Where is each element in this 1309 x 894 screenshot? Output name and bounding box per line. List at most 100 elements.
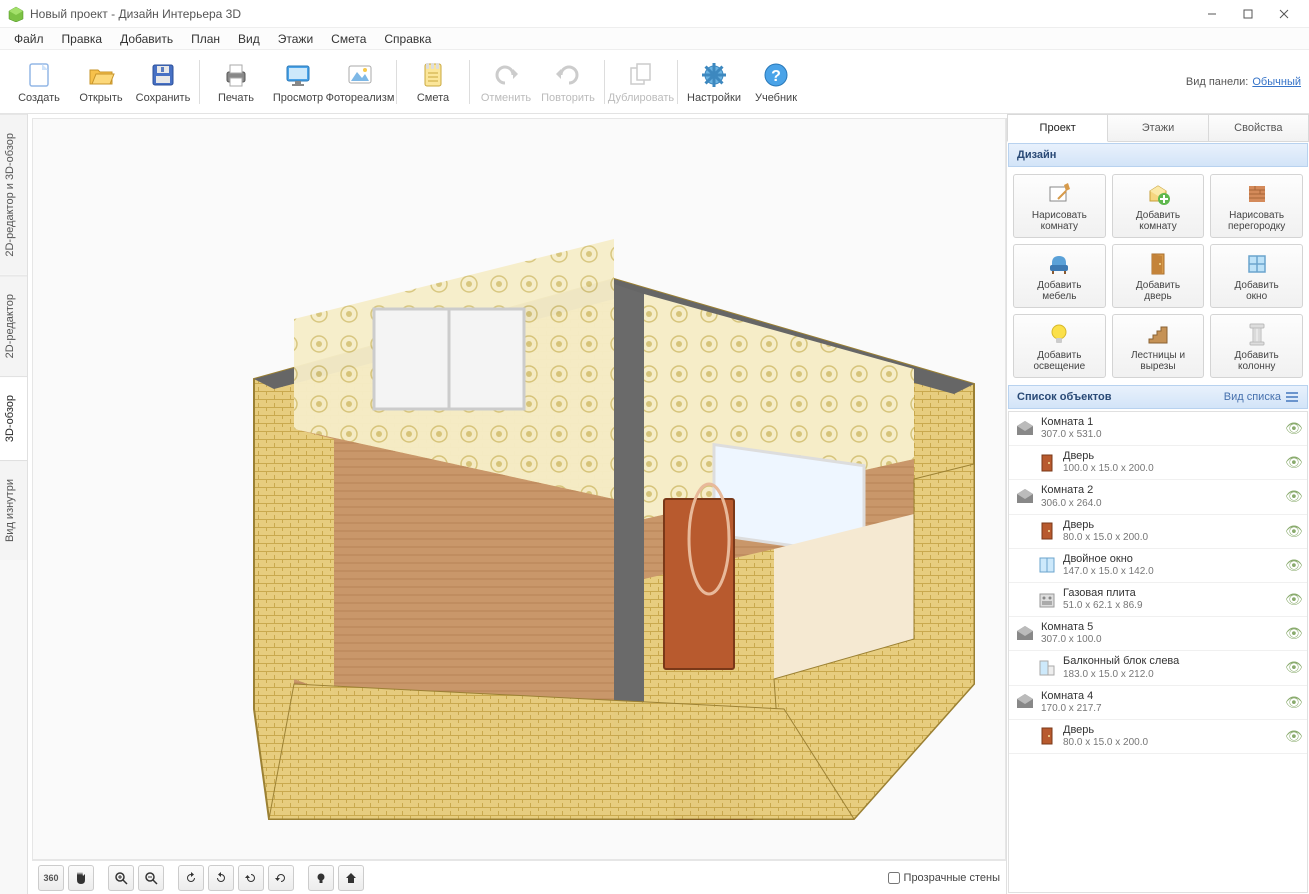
objects-header-label: Список объектов xyxy=(1017,391,1111,403)
home-button[interactable] xyxy=(338,865,364,891)
open-button[interactable]: Открыть xyxy=(70,54,132,110)
create-button[interactable]: Создать xyxy=(8,54,70,110)
object-window[interactable]: Двойное окно 147.0 x 15.0 x 142.0 👁 xyxy=(1009,549,1307,583)
visibility-icon[interactable]: 👁 xyxy=(1285,625,1301,642)
visibility-icon[interactable]: 👁 xyxy=(1285,728,1301,745)
add-window-button[interactable]: Добавить окно xyxy=(1210,244,1303,308)
save-button[interactable]: Сохранить xyxy=(132,54,194,110)
objects-section-header: Список объектов Вид списка xyxy=(1008,385,1308,409)
undo-icon xyxy=(491,60,521,90)
object-door[interactable]: Дверь 80.0 x 15.0 x 200.0 👁 xyxy=(1009,515,1307,549)
design-buttons-grid: Нарисовать комнату Добавить комнату Нарисо… xyxy=(1007,168,1309,384)
menu-смета[interactable]: Смета xyxy=(323,30,374,48)
rotate-right-button[interactable] xyxy=(208,865,234,891)
room-icon xyxy=(1015,487,1035,507)
object-room[interactable]: Комната 2 306.0 x 264.0 👁 xyxy=(1009,480,1307,514)
object-dimensions: 51.0 x 62.1 x 86.9 xyxy=(1063,600,1279,612)
door-icon xyxy=(1037,521,1057,541)
zoom-out-button[interactable] xyxy=(138,865,164,891)
help-button[interactable]: ?Учебник xyxy=(745,54,807,110)
rotate-down-button[interactable] xyxy=(268,865,294,891)
viewport-3d[interactable] xyxy=(32,118,1006,860)
preview-icon xyxy=(283,60,313,90)
transparent-walls-checkbox[interactable] xyxy=(888,872,900,884)
add-lighting-button[interactable]: Добавить освещение xyxy=(1013,314,1106,378)
rtab-Этажи[interactable]: Этажи xyxy=(1108,114,1208,141)
object-name: Дверь xyxy=(1063,724,1279,737)
save-label: Сохранить xyxy=(136,92,191,104)
panel-mode-link[interactable]: Обычный xyxy=(1252,76,1301,88)
preview-button[interactable]: Просмотр xyxy=(267,54,329,110)
add-window-label: Добавить окно xyxy=(1235,280,1279,302)
print-button[interactable]: Печать xyxy=(205,54,267,110)
create-icon xyxy=(24,60,54,90)
object-door[interactable]: Дверь 80.0 x 15.0 x 200.0 👁 xyxy=(1009,720,1307,754)
list-mode-toggle[interactable]: Вид списка xyxy=(1224,390,1299,404)
rotate-left-button[interactable] xyxy=(178,865,204,891)
visibility-icon[interactable]: 👁 xyxy=(1285,659,1301,676)
draw-room-button[interactable]: Нарисовать комнату xyxy=(1013,174,1106,238)
menu-файл[interactable]: Файл xyxy=(6,30,52,48)
object-room[interactable]: Комната 1 307.0 x 531.0 👁 xyxy=(1009,412,1307,446)
panel-mode: Вид панели: Обычный xyxy=(1186,76,1301,88)
add-room-button[interactable]: Добавить комнату xyxy=(1112,174,1205,238)
menu-план[interactable]: План xyxy=(183,30,228,48)
add-door-button[interactable]: Добавить дверь xyxy=(1112,244,1205,308)
visibility-icon[interactable]: 👁 xyxy=(1285,420,1301,437)
duplicate-button: Дублировать xyxy=(610,54,672,110)
menu-справка[interactable]: Справка xyxy=(376,30,439,48)
view-360-button[interactable]: 360 xyxy=(38,865,64,891)
visibility-icon[interactable]: 👁 xyxy=(1285,591,1301,608)
object-dimensions: 307.0 x 531.0 xyxy=(1041,429,1279,441)
redo-label: Повторить xyxy=(541,92,595,104)
vtab-3D-обзор[interactable]: 3D-обзор xyxy=(0,376,27,460)
add-column-button[interactable]: Добавить колонну xyxy=(1210,314,1303,378)
maximize-button[interactable] xyxy=(1231,3,1265,25)
draw-partition-button[interactable]: Нарисовать перегородку xyxy=(1210,174,1303,238)
visibility-icon[interactable]: 👁 xyxy=(1285,488,1301,505)
preview-label: Просмотр xyxy=(273,92,323,104)
visibility-icon[interactable]: 👁 xyxy=(1285,523,1301,540)
rtab-Свойства[interactable]: Свойства xyxy=(1209,114,1309,141)
stove-icon xyxy=(1037,590,1057,610)
minimize-button[interactable] xyxy=(1195,3,1229,25)
estimate-button[interactable]: Смета xyxy=(402,54,464,110)
vtab-2D-редактор и 3D-обзор[interactable]: 2D-редактор и 3D-обзор xyxy=(0,114,27,275)
add-room-label: Добавить комнату xyxy=(1136,210,1180,232)
object-room[interactable]: Комната 4 170.0 x 217.7 👁 xyxy=(1009,686,1307,720)
object-balcony[interactable]: Балконный блок слева 183.0 x 15.0 x 212.… xyxy=(1009,651,1307,685)
menu-добавить[interactable]: Добавить xyxy=(112,30,181,48)
transparent-walls-label: Прозрачные стены xyxy=(904,872,1000,884)
rotate-up-button[interactable] xyxy=(238,865,264,891)
vtab-2D-редактор[interactable]: 2D-редактор xyxy=(0,275,27,376)
visibility-icon[interactable]: 👁 xyxy=(1285,454,1301,471)
photoreal-icon xyxy=(345,60,375,90)
pan-button[interactable] xyxy=(68,865,94,891)
object-room[interactable]: Комната 5 307.0 x 100.0 👁 xyxy=(1009,617,1307,651)
light-button[interactable] xyxy=(308,865,334,891)
menu-этажи[interactable]: Этажи xyxy=(270,30,321,48)
redo-button: Повторить xyxy=(537,54,599,110)
object-name: Комната 1 xyxy=(1041,416,1279,429)
settings-button[interactable]: Настройки xyxy=(683,54,745,110)
stairs-button[interactable]: Лестницы и вырезы xyxy=(1112,314,1205,378)
object-door[interactable]: Дверь 100.0 x 15.0 x 200.0 👁 xyxy=(1009,446,1307,480)
close-button[interactable] xyxy=(1267,3,1301,25)
menu-вид[interactable]: Вид xyxy=(230,30,268,48)
add-furniture-icon xyxy=(1046,251,1072,277)
photoreal-button[interactable]: Фотореализм xyxy=(329,54,391,110)
visibility-icon[interactable]: 👁 xyxy=(1285,694,1301,711)
rtab-Проект[interactable]: Проект xyxy=(1007,114,1108,142)
menu-правка[interactable]: Правка xyxy=(54,30,111,48)
vtab-Вид изнутри[interactable]: Вид изнутри xyxy=(0,460,27,560)
draw-partition-icon xyxy=(1244,181,1270,207)
object-name: Балконный блок слева xyxy=(1063,655,1279,668)
visibility-icon[interactable]: 👁 xyxy=(1285,557,1301,574)
object-name: Дверь xyxy=(1063,450,1279,463)
object-stove[interactable]: Газовая плита 51.0 x 62.1 x 86.9 👁 xyxy=(1009,583,1307,617)
add-furniture-button[interactable]: Добавить мебель xyxy=(1013,244,1106,308)
settings-icon xyxy=(699,60,729,90)
object-name: Комната 5 xyxy=(1041,621,1279,634)
add-door-label: Добавить дверь xyxy=(1136,280,1180,302)
zoom-in-button[interactable] xyxy=(108,865,134,891)
